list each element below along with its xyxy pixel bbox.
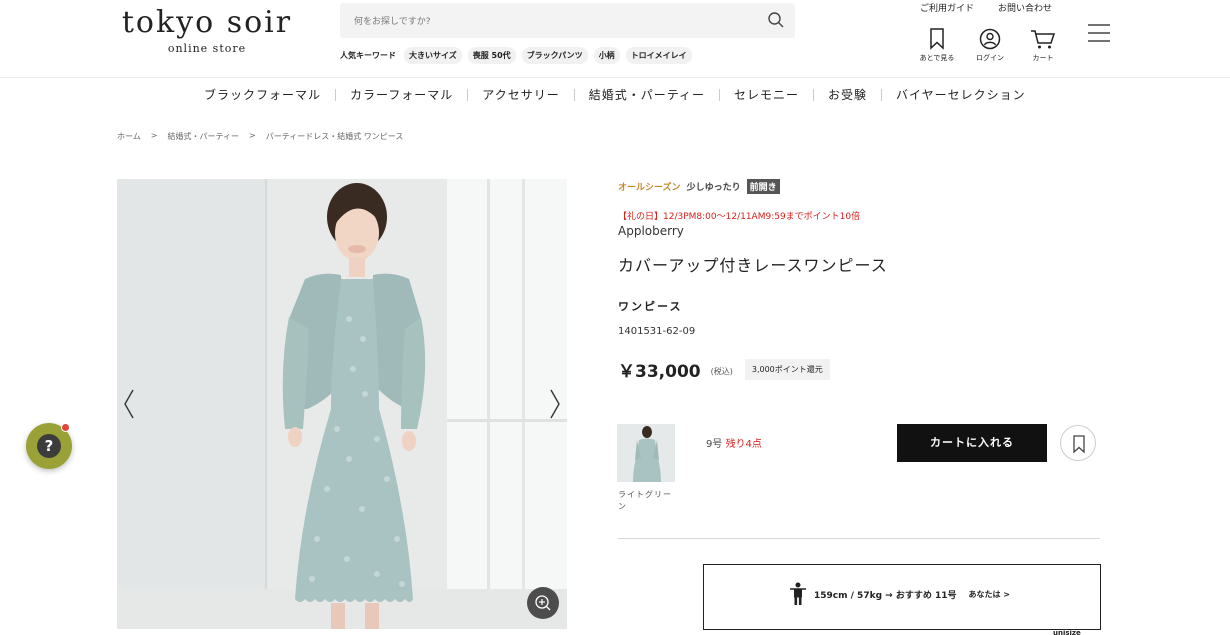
logo-text: tokyo soir <box>121 5 293 40</box>
logo-subtext: online store <box>167 42 247 55</box>
nav-item-color-formal[interactable]: カラーフォーマル <box>336 86 467 103</box>
save-for-later-label: あとで見る <box>919 54 955 62</box>
add-to-cart-button[interactable]: カートに入れる <box>897 424 1047 462</box>
previous-image-arrow-icon[interactable] <box>119 388 139 420</box>
body-figure-icon <box>790 582 806 605</box>
favorite-button[interactable] <box>1060 425 1096 461</box>
price-row: ￥33,000 (税込) 3,000ポイント還元 <box>618 357 830 382</box>
breadcrumb: ホーム > 結婚式・パーティー > パーティードレス・結婚式 ワンピース <box>117 131 403 142</box>
cart-label: カート <box>1032 54 1054 62</box>
size-recommendation-box[interactable]: 159cm / 57kg → おすすめ 11号 あなたは > <box>703 564 1101 630</box>
user-icon <box>979 28 1001 50</box>
product-type: ワンピース <box>618 300 683 313</box>
swatch-thumbnail <box>617 424 675 482</box>
promo-text: 【礼の日】12/3PM8:00〜12/11AM9:59までポイント10倍 <box>618 212 861 222</box>
stock-label: 残り4点 <box>725 439 762 450</box>
search-icon[interactable] <box>767 11 785 29</box>
size-recommendation-text: 159cm / 57kg → おすすめ 11号 <box>814 590 957 601</box>
section-divider <box>618 538 1100 539</box>
guide-link[interactable]: ご利用ガイド <box>920 1 974 14</box>
zoom-in-icon <box>535 595 551 611</box>
tag-season: オールシーズン <box>618 183 681 193</box>
nav-item-black-formal[interactable]: ブラックフォーマル <box>190 86 335 103</box>
save-for-later-button[interactable]: あとで見る <box>913 28 961 63</box>
tag-fit: 少しゆったり <box>686 183 741 193</box>
cart-icon <box>1031 30 1056 49</box>
your-size-link[interactable]: あなたは > <box>968 589 1010 600</box>
keyword-chip[interactable]: 喪服 50代 <box>467 47 516 64</box>
product-photo <box>117 179 567 629</box>
size-label: 9号 <box>706 439 723 450</box>
question-mark-icon: ? <box>37 434 61 458</box>
nav-item-ceremony[interactable]: セレモニー <box>720 86 813 103</box>
keywords-title: 人気キーワード <box>340 51 396 60</box>
bookmark-icon <box>930 28 944 50</box>
breadcrumb-home[interactable]: ホーム <box>117 131 141 142</box>
color-swatch[interactable] <box>617 424 675 482</box>
top-links: ご利用ガイド お問い合わせ <box>920 1 1052 14</box>
nav-item-buyer-selection[interactable]: バイヤーセレクション <box>882 86 1040 103</box>
breadcrumb-current[interactable]: パーティードレス・結婚式 ワンピース <box>266 131 404 142</box>
brand-name[interactable]: Apploberry <box>618 224 684 238</box>
header-divider <box>0 77 1230 78</box>
login-label: ログイン <box>976 54 1004 62</box>
popular-keywords: 人気キーワード 大きいサイズ 喪服 50代 ブラックパンツ 小柄 トロイメイレイ <box>340 47 692 64</box>
unisize-logo: unisize <box>1053 629 1081 635</box>
hamburger-menu-icon[interactable] <box>1088 23 1110 43</box>
notification-dot <box>61 423 70 432</box>
product-tags: オールシーズン 少しゆったり 前開き <box>618 179 780 194</box>
breadcrumb-wedding-party[interactable]: 結婚式・パーティー <box>167 131 239 142</box>
bookmark-icon <box>1073 435 1085 454</box>
product-title: カバーアップ付きレースワンピース <box>618 256 888 275</box>
zoom-button[interactable] <box>527 587 559 619</box>
help-chat-button[interactable]: ? <box>26 423 72 469</box>
logo[interactable]: tokyo soir online store <box>117 5 297 56</box>
search-input[interactable]: 何をお探しですか? <box>340 3 795 38</box>
points-badge: 3,000ポイント還元 <box>744 359 830 380</box>
product-code: 1401531-62-09 <box>618 326 696 337</box>
nav-item-accessories[interactable]: アクセサリー <box>468 86 573 103</box>
tag-front-opening: 前開き <box>746 179 780 194</box>
keyword-chip[interactable]: ブラックパンツ <box>521 47 588 64</box>
product-image-gallery[interactable] <box>117 179 567 629</box>
keyword-chip[interactable]: 大きいサイズ <box>404 47 462 64</box>
size-stock: 9号 残り4点 <box>706 435 762 450</box>
breadcrumb-separator: > <box>150 131 158 140</box>
nav-item-wedding-party[interactable]: 結婚式・パーティー <box>575 86 719 103</box>
color-label: ライトグリーン <box>618 490 672 511</box>
category-nav: ブラックフォーマル カラーフォーマル アクセサリー 結婚式・パーティー セレモニ… <box>190 86 1040 103</box>
keyword-chip[interactable]: トロイメイレイ <box>625 47 692 64</box>
size-recommendation-content: 159cm / 57kg → おすすめ 11号 あなたは > <box>788 582 1010 606</box>
cart-button[interactable]: カート <box>1019 28 1067 63</box>
price: ￥33,000 <box>618 362 701 382</box>
login-button[interactable]: ログイン <box>966 28 1014 63</box>
tax-label: (税込) <box>710 367 733 376</box>
nav-item-exam[interactable]: お受験 <box>814 86 881 103</box>
keyword-chip[interactable]: 小柄 <box>593 47 620 64</box>
breadcrumb-separator: > <box>249 131 256 140</box>
search-placeholder: 何をお探しですか? <box>354 17 431 27</box>
contact-link[interactable]: お問い合わせ <box>998 1 1052 14</box>
next-image-arrow-icon[interactable] <box>545 388 565 420</box>
